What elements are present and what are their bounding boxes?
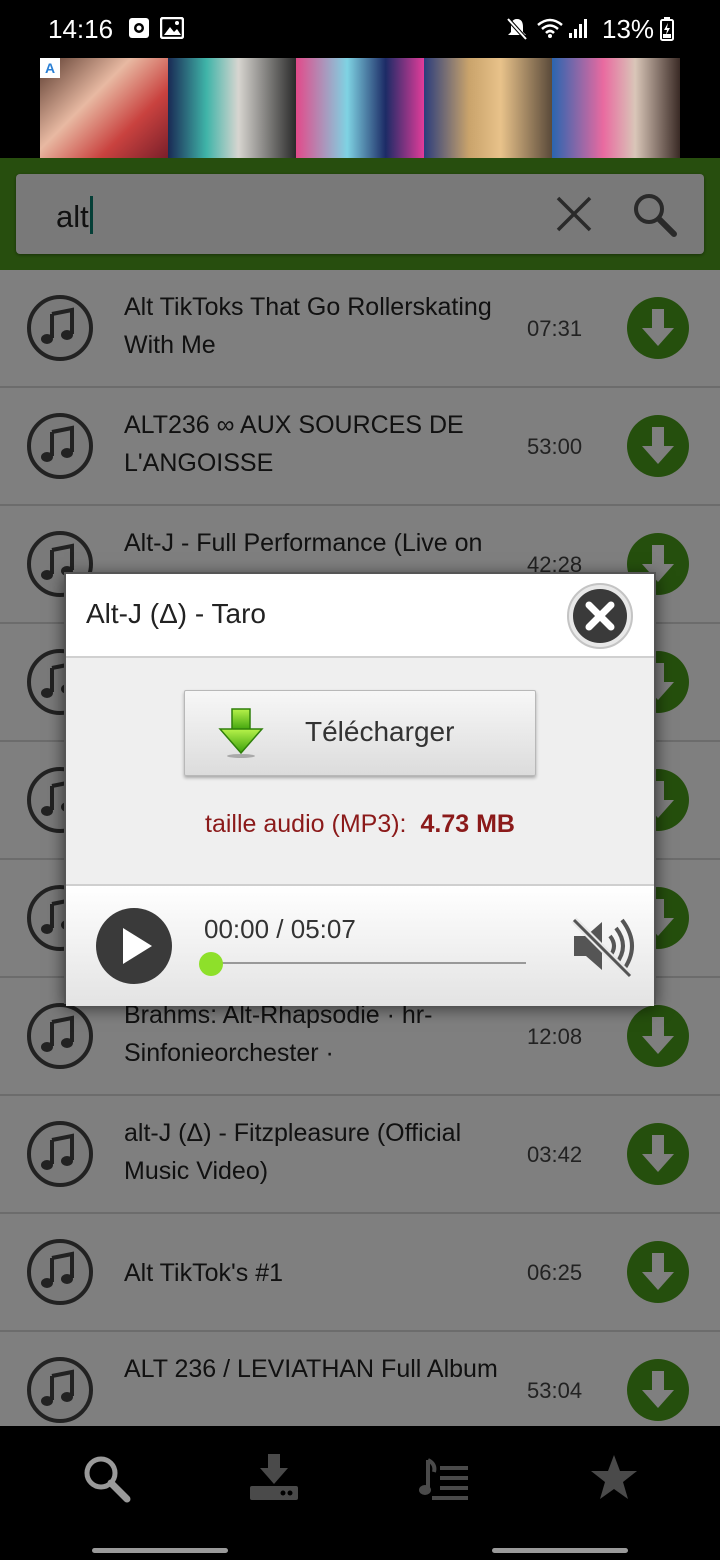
download-button[interactable]: Télécharger — [184, 690, 536, 776]
download-dialog: Alt-J (Δ) - Taro Télécharger taille audi… — [64, 572, 656, 1006]
download-arrow-icon — [218, 708, 264, 758]
play-icon[interactable] — [94, 906, 174, 986]
audio-size-value: 4.73 MB — [420, 810, 515, 838]
status-bar: 14:16 13% — [0, 0, 720, 58]
nav-indicator — [492, 1548, 628, 1553]
status-time: 14:16 — [48, 14, 114, 44]
dialog-header: Alt-J (Δ) - Taro — [66, 574, 654, 658]
bottom-navigation — [0, 1426, 720, 1560]
audio-size-label: taille audio (MP3): — [205, 810, 407, 838]
nav-indicator — [92, 1548, 228, 1553]
mute-icon — [506, 17, 528, 41]
camera-notification-icon — [129, 18, 149, 38]
ad-choices-icon[interactable]: A — [40, 58, 60, 78]
nav-favorites-icon[interactable] — [588, 1452, 640, 1504]
download-button-label: Télécharger — [305, 716, 455, 747]
nav-search-icon[interactable] — [80, 1452, 132, 1504]
battery-percent: 13% — [602, 14, 655, 44]
ad-banner[interactable]: A — [0, 58, 720, 158]
close-icon[interactable] — [566, 582, 634, 650]
volume-muted-icon[interactable] — [570, 914, 638, 978]
playback-time: 00:00 / 05:07 — [204, 914, 356, 944]
wifi-icon — [537, 18, 563, 38]
audio-size: taille audio (MP3): 4.73 MB — [66, 810, 654, 839]
audio-player: 00:00 / 05:07 — [66, 884, 654, 1006]
nav-downloads-icon[interactable] — [248, 1452, 300, 1504]
dialog-title: Alt-J (Δ) - Taro — [86, 598, 266, 629]
seek-thumb[interactable] — [199, 952, 223, 976]
nav-playlist-icon[interactable] — [418, 1452, 470, 1504]
signal-icon — [569, 19, 587, 38]
seek-bar[interactable] — [210, 962, 526, 964]
battery-charging-icon — [660, 17, 674, 41]
ad-image[interactable]: A — [40, 58, 680, 158]
gallery-notification-icon — [160, 17, 184, 39]
